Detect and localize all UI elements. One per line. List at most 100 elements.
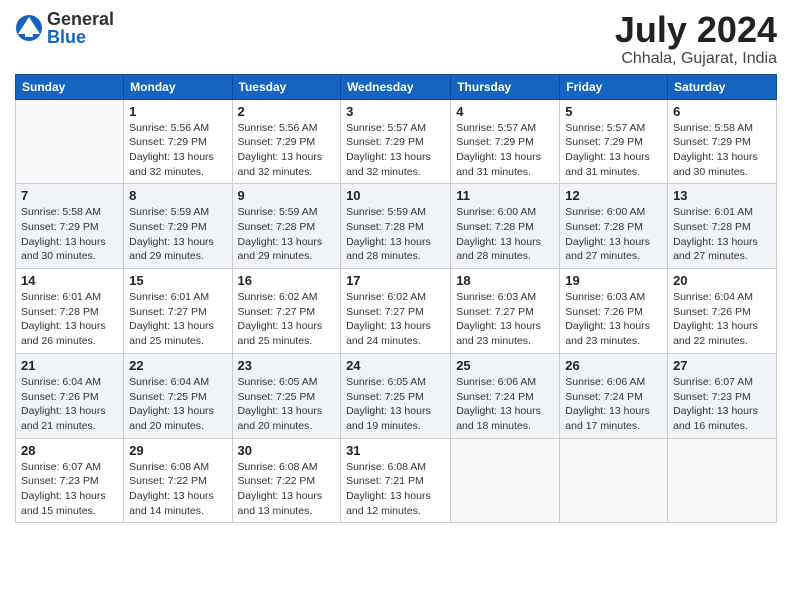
day-number: 18 bbox=[456, 273, 554, 288]
day-number: 29 bbox=[129, 443, 226, 458]
header-cell-friday: Friday bbox=[560, 74, 668, 99]
day-number: 9 bbox=[238, 188, 336, 203]
month-title: July 2024 bbox=[615, 10, 777, 50]
day-info: Sunrise: 6:06 AM Sunset: 7:24 PM Dayligh… bbox=[565, 375, 662, 434]
day-number: 27 bbox=[673, 358, 771, 373]
calendar-cell: 21 Sunrise: 6:04 AM Sunset: 7:26 PM Dayli… bbox=[16, 353, 124, 438]
day-number: 4 bbox=[456, 104, 554, 119]
day-number: 16 bbox=[238, 273, 336, 288]
day-number: 5 bbox=[565, 104, 662, 119]
day-info: Sunrise: 5:57 AM Sunset: 7:29 PM Dayligh… bbox=[565, 121, 662, 180]
day-info: Sunrise: 6:03 AM Sunset: 7:26 PM Dayligh… bbox=[565, 290, 662, 349]
header-cell-monday: Monday bbox=[124, 74, 232, 99]
calendar-cell: 2 Sunrise: 5:56 AM Sunset: 7:29 PM Daylig… bbox=[232, 99, 341, 184]
page-container: General Blue July 2024 Chhala, Gujarat, … bbox=[0, 0, 792, 533]
header-row: SundayMondayTuesdayWednesdayThursdayFrid… bbox=[16, 74, 777, 99]
calendar-cell: 20 Sunrise: 6:04 AM Sunset: 7:26 PM Dayli… bbox=[668, 269, 777, 354]
calendar-cell: 28Sunrise: 6:07 AM Sunset: 7:23 PM Dayli… bbox=[16, 438, 124, 523]
day-number: 26 bbox=[565, 358, 662, 373]
header-cell-tuesday: Tuesday bbox=[232, 74, 341, 99]
day-number: 10 bbox=[346, 188, 445, 203]
calendar-cell bbox=[668, 438, 777, 523]
calendar-cell: 30 Sunrise: 6:08 AM Sunset: 7:22 PM Dayli… bbox=[232, 438, 341, 523]
calendar-cell bbox=[560, 438, 668, 523]
calendar-cell: 22 Sunrise: 6:04 AM Sunset: 7:25 PM Dayli… bbox=[124, 353, 232, 438]
header-cell-wednesday: Wednesday bbox=[341, 74, 451, 99]
calendar-cell: 26 Sunrise: 6:06 AM Sunset: 7:24 PM Dayli… bbox=[560, 353, 668, 438]
day-number: 17 bbox=[346, 273, 445, 288]
calendar-cell: 1 Sunrise: 5:56 AM Sunset: 7:29 PM Daylig… bbox=[124, 99, 232, 184]
day-number: 6 bbox=[673, 104, 771, 119]
day-info: Sunrise: 6:06 AM Sunset: 7:24 PM Dayligh… bbox=[456, 375, 554, 434]
calendar-cell: 17Sunrise: 6:02 AM Sunset: 7:27 PM Dayli… bbox=[341, 269, 451, 354]
day-info: Sunrise: 6:01 AM Sunset: 7:28 PM Dayligh… bbox=[673, 205, 771, 264]
logo-text: General Blue bbox=[47, 10, 114, 46]
day-number: 20 bbox=[673, 273, 771, 288]
calendar-cell: 13Sunrise: 6:01 AM Sunset: 7:28 PM Dayli… bbox=[668, 184, 777, 269]
day-info: Sunrise: 6:04 AM Sunset: 7:26 PM Dayligh… bbox=[21, 375, 118, 434]
day-number: 31 bbox=[346, 443, 445, 458]
location: Chhala, Gujarat, India bbox=[615, 50, 777, 68]
day-number: 28 bbox=[21, 443, 118, 458]
calendar-cell: 8Sunrise: 5:59 AM Sunset: 7:29 PM Daylig… bbox=[124, 184, 232, 269]
calendar-cell: 5 Sunrise: 5:57 AM Sunset: 7:29 PM Daylig… bbox=[560, 99, 668, 184]
day-number: 23 bbox=[238, 358, 336, 373]
calendar-cell: 27 Sunrise: 6:07 AM Sunset: 7:23 PM Dayli… bbox=[668, 353, 777, 438]
week-row-5: 28Sunrise: 6:07 AM Sunset: 7:23 PM Dayli… bbox=[16, 438, 777, 523]
calendar-header: SundayMondayTuesdayWednesdayThursdayFrid… bbox=[16, 74, 777, 99]
day-number: 19 bbox=[565, 273, 662, 288]
title-block: July 2024 Chhala, Gujarat, India bbox=[615, 10, 777, 68]
day-number: 21 bbox=[21, 358, 118, 373]
day-info: Sunrise: 5:58 AM Sunset: 7:29 PM Dayligh… bbox=[673, 121, 771, 180]
day-number: 7 bbox=[21, 188, 118, 203]
calendar-cell: 15 Sunrise: 6:01 AM Sunset: 7:27 PM Dayli… bbox=[124, 269, 232, 354]
logo-general: General bbox=[47, 10, 114, 28]
day-info: Sunrise: 6:00 AM Sunset: 7:28 PM Dayligh… bbox=[456, 205, 554, 264]
week-row-2: 7Sunrise: 5:58 AM Sunset: 7:29 PM Daylig… bbox=[16, 184, 777, 269]
day-number: 3 bbox=[346, 104, 445, 119]
calendar-cell: 14 Sunrise: 6:01 AM Sunset: 7:28 PM Dayli… bbox=[16, 269, 124, 354]
calendar-cell: 11 Sunrise: 6:00 AM Sunset: 7:28 PM Dayli… bbox=[451, 184, 560, 269]
day-number: 15 bbox=[129, 273, 226, 288]
day-number: 30 bbox=[238, 443, 336, 458]
day-info: Sunrise: 6:08 AM Sunset: 7:22 PM Dayligh… bbox=[238, 460, 336, 519]
calendar-cell bbox=[16, 99, 124, 184]
calendar-body: 1 Sunrise: 5:56 AM Sunset: 7:29 PM Daylig… bbox=[16, 99, 777, 523]
calendar-cell: 16Sunrise: 6:02 AM Sunset: 7:27 PM Dayli… bbox=[232, 269, 341, 354]
calendar-table: SundayMondayTuesdayWednesdayThursdayFrid… bbox=[15, 74, 777, 524]
calendar-cell: 12Sunrise: 6:00 AM Sunset: 7:28 PM Dayli… bbox=[560, 184, 668, 269]
calendar-cell: 4Sunrise: 5:57 AM Sunset: 7:29 PM Daylig… bbox=[451, 99, 560, 184]
day-number: 2 bbox=[238, 104, 336, 119]
day-number: 12 bbox=[565, 188, 662, 203]
calendar-cell: 23Sunrise: 6:05 AM Sunset: 7:25 PM Dayli… bbox=[232, 353, 341, 438]
header-cell-sunday: Sunday bbox=[16, 74, 124, 99]
calendar-cell: 25 Sunrise: 6:06 AM Sunset: 7:24 PM Dayli… bbox=[451, 353, 560, 438]
day-info: Sunrise: 6:04 AM Sunset: 7:25 PM Dayligh… bbox=[129, 375, 226, 434]
day-info: Sunrise: 5:56 AM Sunset: 7:29 PM Dayligh… bbox=[238, 121, 336, 180]
day-info: Sunrise: 6:08 AM Sunset: 7:21 PM Dayligh… bbox=[346, 460, 445, 519]
calendar-cell: 6 Sunrise: 5:58 AM Sunset: 7:29 PM Daylig… bbox=[668, 99, 777, 184]
day-info: Sunrise: 6:03 AM Sunset: 7:27 PM Dayligh… bbox=[456, 290, 554, 349]
day-info: Sunrise: 6:07 AM Sunset: 7:23 PM Dayligh… bbox=[673, 375, 771, 434]
week-row-4: 21 Sunrise: 6:04 AM Sunset: 7:26 PM Dayli… bbox=[16, 353, 777, 438]
calendar-cell: 19 Sunrise: 6:03 AM Sunset: 7:26 PM Dayli… bbox=[560, 269, 668, 354]
day-number: 11 bbox=[456, 188, 554, 203]
day-info: Sunrise: 5:56 AM Sunset: 7:29 PM Dayligh… bbox=[129, 121, 226, 180]
day-number: 22 bbox=[129, 358, 226, 373]
logo-blue: Blue bbox=[47, 28, 114, 46]
calendar-cell: 7Sunrise: 5:58 AM Sunset: 7:29 PM Daylig… bbox=[16, 184, 124, 269]
day-number: 25 bbox=[456, 358, 554, 373]
day-info: Sunrise: 6:08 AM Sunset: 7:22 PM Dayligh… bbox=[129, 460, 226, 519]
day-info: Sunrise: 5:59 AM Sunset: 7:28 PM Dayligh… bbox=[238, 205, 336, 264]
day-info: Sunrise: 6:05 AM Sunset: 7:25 PM Dayligh… bbox=[346, 375, 445, 434]
day-number: 14 bbox=[21, 273, 118, 288]
day-info: Sunrise: 6:01 AM Sunset: 7:27 PM Dayligh… bbox=[129, 290, 226, 349]
day-number: 24 bbox=[346, 358, 445, 373]
calendar-cell: 9 Sunrise: 5:59 AM Sunset: 7:28 PM Daylig… bbox=[232, 184, 341, 269]
day-info: Sunrise: 6:04 AM Sunset: 7:26 PM Dayligh… bbox=[673, 290, 771, 349]
logo: General Blue bbox=[15, 10, 114, 46]
calendar-cell: 29 Sunrise: 6:08 AM Sunset: 7:22 PM Dayli… bbox=[124, 438, 232, 523]
calendar-cell: 18 Sunrise: 6:03 AM Sunset: 7:27 PM Dayli… bbox=[451, 269, 560, 354]
day-number: 1 bbox=[129, 104, 226, 119]
day-info: Sunrise: 6:01 AM Sunset: 7:28 PM Dayligh… bbox=[21, 290, 118, 349]
